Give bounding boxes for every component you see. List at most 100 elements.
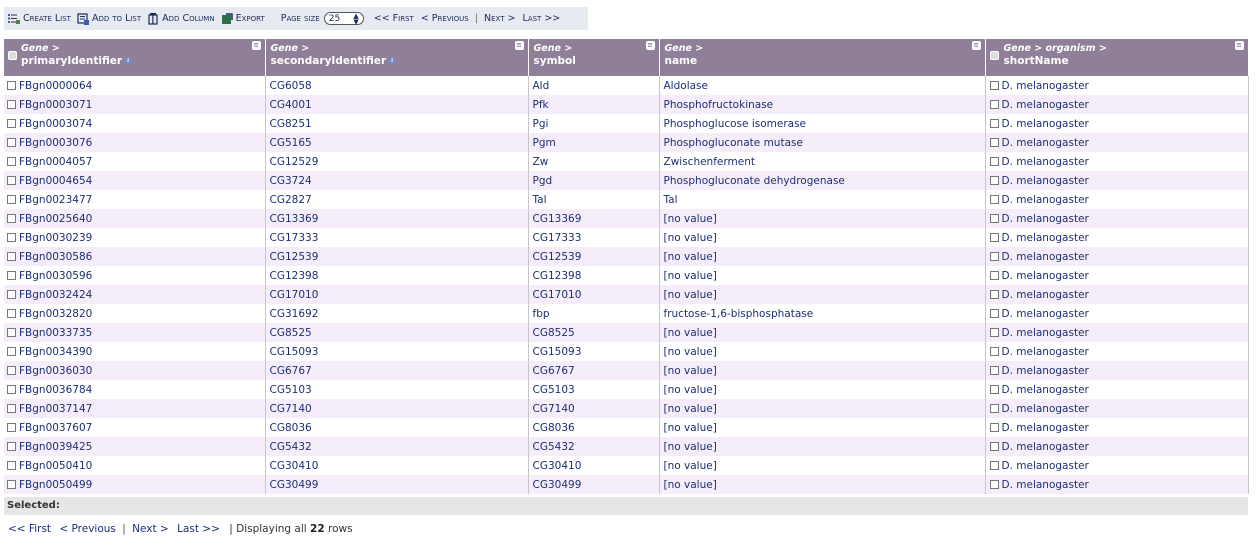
toolbar-next-link[interactable]: Next > xyxy=(484,13,515,24)
symbol-link[interactable]: Tal xyxy=(533,194,547,206)
column-header-primary-identifier[interactable]: ≡ Gene > primaryIdentifier i xyxy=(4,39,266,76)
primary-identifier-link[interactable]: FBgn0032820 xyxy=(19,308,92,320)
short-name-link[interactable]: D. melanogaster xyxy=(1002,479,1089,491)
symbol-link[interactable]: CG7140 xyxy=(533,403,575,415)
symbol-link[interactable]: CG17010 xyxy=(533,289,582,301)
symbol-link[interactable]: CG5432 xyxy=(533,441,575,453)
symbol-link[interactable]: CG12539 xyxy=(533,251,582,263)
secondary-identifier-link[interactable]: CG17333 xyxy=(270,232,319,244)
secondary-identifier-link[interactable]: CG4001 xyxy=(270,99,312,111)
select-column-checkbox[interactable] xyxy=(989,51,999,60)
row-checkbox[interactable] xyxy=(989,365,999,375)
row-checkbox[interactable] xyxy=(989,422,999,432)
primary-identifier-link[interactable]: FBgn0003074 xyxy=(19,118,92,130)
name-link[interactable]: Phosphofructokinase xyxy=(664,99,774,111)
primary-identifier-link[interactable]: FBgn0032424 xyxy=(19,289,92,301)
primary-identifier-link[interactable]: FBgn0000064 xyxy=(19,80,92,92)
symbol-link[interactable]: CG13369 xyxy=(533,213,582,225)
primary-identifier-link[interactable]: FBgn0003076 xyxy=(19,137,92,149)
toolbar-last-link[interactable]: Last >> xyxy=(523,13,561,24)
name-link[interactable]: Zwischenferment xyxy=(664,156,755,168)
row-checkbox[interactable] xyxy=(989,327,999,337)
row-checkbox[interactable] xyxy=(989,384,999,394)
name-link[interactable]: Phosphogluconate dehydrogenase xyxy=(664,175,845,187)
row-checkbox[interactable] xyxy=(7,327,16,337)
row-checkbox[interactable] xyxy=(7,441,16,451)
row-checkbox[interactable] xyxy=(7,232,16,242)
column-menu-icon[interactable]: ≡ xyxy=(971,41,981,50)
short-name-link[interactable]: D. melanogaster xyxy=(1002,365,1089,377)
secondary-identifier-link[interactable]: CG5432 xyxy=(270,441,312,453)
row-checkbox[interactable] xyxy=(7,308,16,318)
primary-identifier-link[interactable]: FBgn0023477 xyxy=(19,194,92,206)
bottom-first-link[interactable]: << First xyxy=(8,523,51,535)
row-checkbox[interactable] xyxy=(989,137,999,147)
symbol-link[interactable]: CG8036 xyxy=(533,422,575,434)
symbol-link[interactable]: CG17333 xyxy=(533,232,582,244)
symbol-link[interactable]: CG5103 xyxy=(533,384,575,396)
add-to-list-button[interactable]: Add to List xyxy=(77,12,141,25)
short-name-link[interactable]: D. melanogaster xyxy=(1002,403,1089,415)
short-name-link[interactable]: D. melanogaster xyxy=(1002,422,1089,434)
secondary-identifier-link[interactable]: CG17010 xyxy=(270,289,319,301)
short-name-link[interactable]: D. melanogaster xyxy=(1002,175,1089,187)
primary-identifier-link[interactable]: FBgn0039425 xyxy=(19,441,92,453)
row-checkbox[interactable] xyxy=(7,460,16,470)
primary-identifier-link[interactable]: FBgn0030596 xyxy=(19,270,92,282)
symbol-link[interactable]: Zw xyxy=(533,156,549,168)
row-checkbox[interactable] xyxy=(989,479,999,489)
symbol-link[interactable]: CG6767 xyxy=(533,365,575,377)
short-name-link[interactable]: D. melanogaster xyxy=(1002,80,1089,92)
secondary-identifier-link[interactable]: CG12539 xyxy=(270,251,319,263)
secondary-identifier-link[interactable]: CG30499 xyxy=(270,479,319,491)
symbol-link[interactable]: CG15093 xyxy=(533,346,582,358)
name-link[interactable]: fructose-1,6-bisphosphatase xyxy=(664,308,814,320)
row-checkbox[interactable] xyxy=(989,156,999,166)
row-checkbox[interactable] xyxy=(7,213,16,223)
short-name-link[interactable]: D. melanogaster xyxy=(1002,289,1089,301)
symbol-link[interactable]: Ald xyxy=(533,80,550,92)
row-checkbox[interactable] xyxy=(7,80,16,90)
secondary-identifier-link[interactable]: CG6058 xyxy=(270,80,312,92)
column-header-name[interactable]: ≡ Gene > name xyxy=(659,39,986,76)
bottom-last-link[interactable]: Last >> xyxy=(177,523,220,535)
short-name-link[interactable]: D. melanogaster xyxy=(1002,270,1089,282)
primary-identifier-link[interactable]: FBgn0036784 xyxy=(19,384,92,396)
column-header-symbol[interactable]: ≡ Gene > symbol xyxy=(528,39,660,76)
row-checkbox[interactable] xyxy=(7,99,16,109)
secondary-identifier-link[interactable]: CG30410 xyxy=(270,460,319,472)
row-checkbox[interactable] xyxy=(7,289,16,299)
short-name-link[interactable]: D. melanogaster xyxy=(1002,327,1089,339)
info-icon[interactable]: i xyxy=(125,58,132,64)
primary-identifier-link[interactable]: FBgn0030586 xyxy=(19,251,92,263)
secondary-identifier-link[interactable]: CG7140 xyxy=(270,403,312,415)
toolbar-previous-link[interactable]: < Previous xyxy=(421,13,469,24)
row-checkbox[interactable] xyxy=(7,270,16,280)
bottom-previous-link[interactable]: < Previous xyxy=(59,523,116,535)
row-checkbox[interactable] xyxy=(7,365,16,375)
symbol-link[interactable]: fbp xyxy=(533,308,550,320)
primary-identifier-link[interactable]: FBgn0050499 xyxy=(19,479,92,491)
short-name-link[interactable]: D. melanogaster xyxy=(1002,308,1089,320)
symbol-link[interactable]: CG30410 xyxy=(533,460,582,472)
row-checkbox[interactable] xyxy=(7,346,16,356)
primary-identifier-link[interactable]: FBgn0037147 xyxy=(19,403,92,415)
primary-identifier-link[interactable]: FBgn0004057 xyxy=(19,156,92,168)
row-checkbox[interactable] xyxy=(7,175,16,185)
row-checkbox[interactable] xyxy=(7,479,16,489)
primary-identifier-link[interactable]: FBgn0003071 xyxy=(19,99,92,111)
export-button[interactable]: Export xyxy=(221,12,265,25)
secondary-identifier-link[interactable]: CG8525 xyxy=(270,327,312,339)
add-column-button[interactable]: Add Column xyxy=(147,12,215,25)
name-link[interactable]: Phosphogluconate mutase xyxy=(664,137,803,149)
column-menu-icon[interactable]: ≡ xyxy=(1234,41,1244,50)
secondary-identifier-link[interactable]: CG3724 xyxy=(270,175,312,187)
primary-identifier-link[interactable]: FBgn0004654 xyxy=(19,175,92,187)
column-menu-icon[interactable]: ≡ xyxy=(251,41,261,50)
primary-identifier-link[interactable]: FBgn0030239 xyxy=(19,232,92,244)
secondary-identifier-link[interactable]: CG12529 xyxy=(270,156,319,168)
row-checkbox[interactable] xyxy=(989,213,999,223)
short-name-link[interactable]: D. melanogaster xyxy=(1002,251,1089,263)
toolbar-first-link[interactable]: << First xyxy=(374,13,414,24)
row-checkbox[interactable] xyxy=(989,118,999,128)
